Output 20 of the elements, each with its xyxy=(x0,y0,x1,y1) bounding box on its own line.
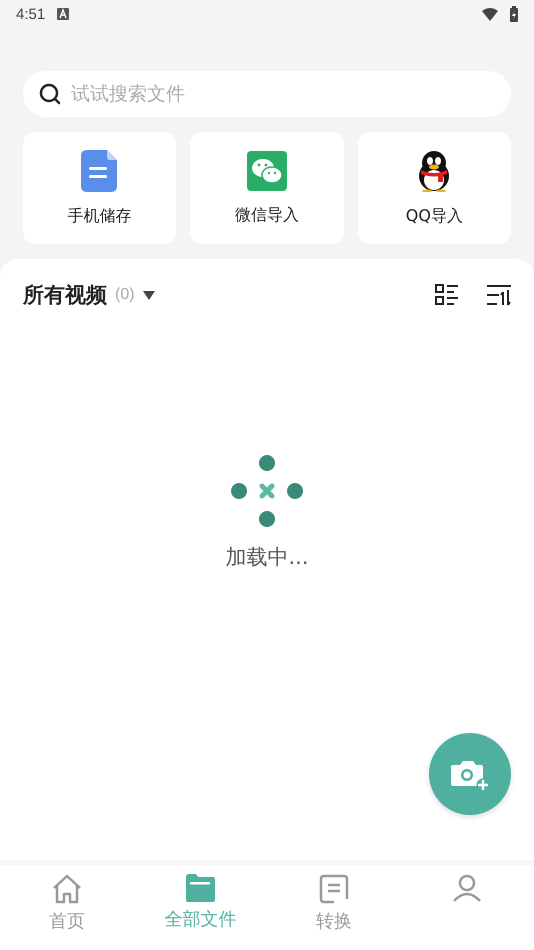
keyboard-indicator-icon xyxy=(57,8,70,20)
document-icon xyxy=(80,150,119,192)
chat-bubbles-icon xyxy=(246,150,287,190)
list-view-icon[interactable] xyxy=(435,284,459,306)
home-icon xyxy=(50,873,83,905)
import-source-button[interactable]: 手机储存 xyxy=(23,132,176,244)
search-field[interactable]: 试试搜索文件 xyxy=(23,71,511,117)
loading-spinner-icon xyxy=(231,455,303,527)
import-source-button[interactable]: 微信导入 xyxy=(190,132,344,244)
wifi-icon xyxy=(482,8,498,20)
loading-text: 加载中... xyxy=(225,544,309,571)
dropdown-caret-icon[interactable] xyxy=(142,290,155,300)
import-source-button[interactable]: QQ导入 xyxy=(358,132,511,244)
battery-icon xyxy=(510,6,518,22)
sort-icon[interactable] xyxy=(487,284,511,306)
section-title[interactable]: 所有视频 xyxy=(23,281,107,309)
status-time: 4:51 xyxy=(16,6,46,22)
folder-icon xyxy=(184,873,216,903)
item-count: (0) xyxy=(115,286,135,304)
document-icon xyxy=(318,873,350,905)
